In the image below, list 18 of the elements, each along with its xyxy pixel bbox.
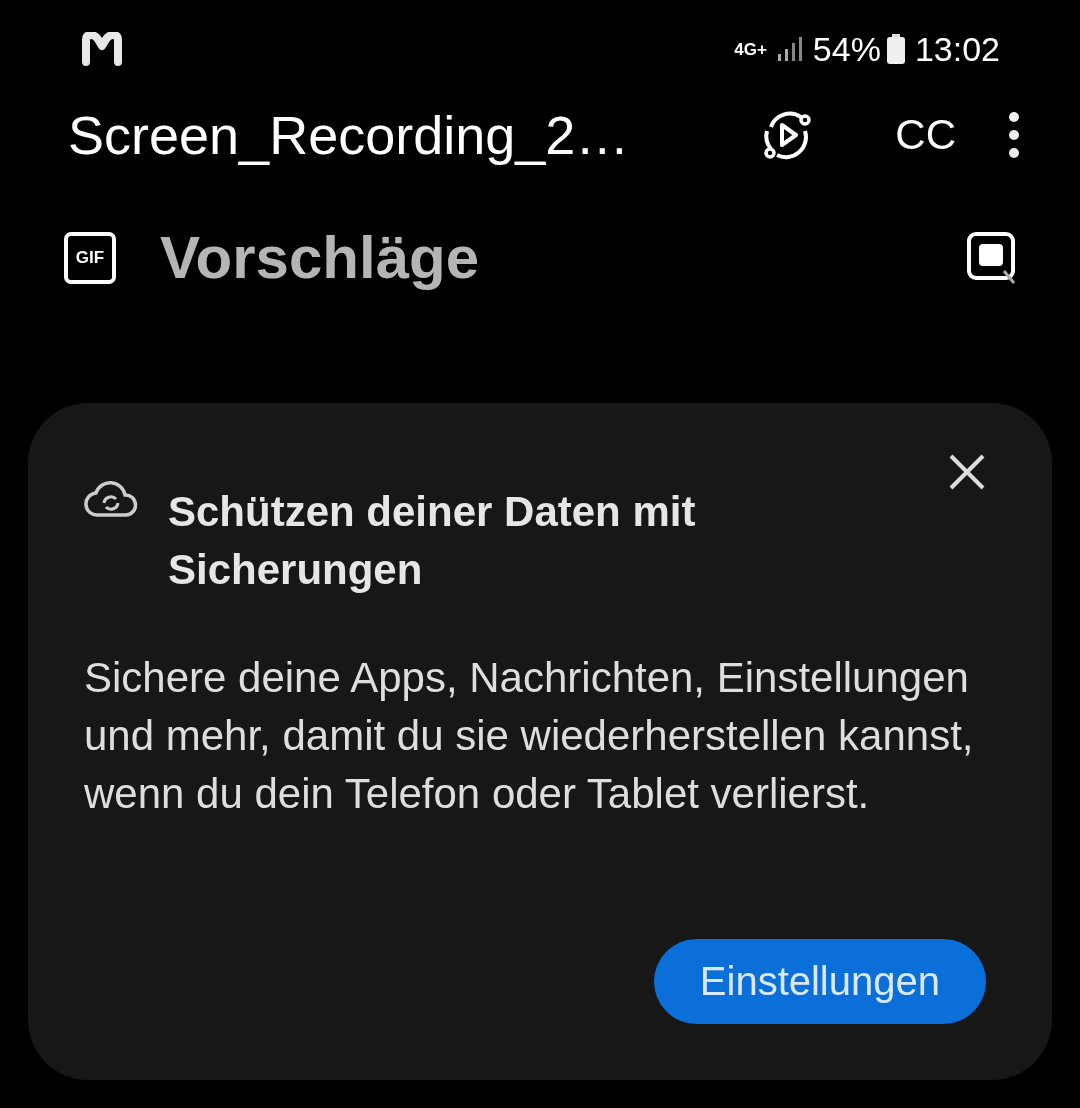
captions-button[interactable]: CC xyxy=(895,111,956,159)
cloud-sync-icon xyxy=(84,479,138,519)
clock-time: 13:02 xyxy=(914,29,1000,69)
more-options-icon[interactable] xyxy=(1008,111,1020,159)
network-type: 4G+ xyxy=(734,40,767,58)
play-sync-icon[interactable] xyxy=(761,109,814,161)
close-icon[interactable] xyxy=(948,453,986,491)
settings-button[interactable]: Einstellungen xyxy=(653,939,986,1024)
card-description: Sichere deine Apps, Nachrichten, Einstellungen und mehr, damit du sie wiederherstellen kannst, wenn du dein Telefon oder Tablet verlierst. xyxy=(84,653,975,819)
page-title: Vorschläge xyxy=(160,223,480,292)
gif-button[interactable]: GIF xyxy=(64,231,116,284)
battery-icon xyxy=(886,34,905,64)
screenshot-search-icon[interactable] xyxy=(966,230,1018,285)
battery-percentage: 54% xyxy=(812,29,881,69)
app-logo-icon xyxy=(82,32,122,66)
video-title: Screen_Recording_2… xyxy=(68,104,631,166)
card-title: Schützen deiner Daten mit Sicherungen xyxy=(168,487,697,595)
signal-icon xyxy=(776,36,803,62)
